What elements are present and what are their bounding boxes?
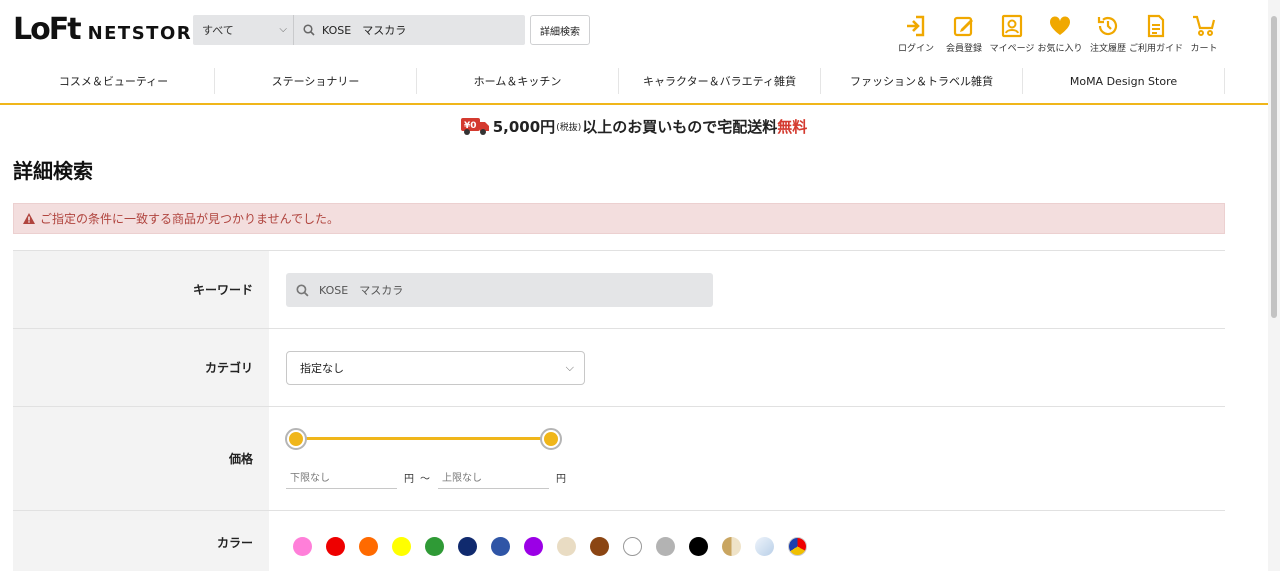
color-swatch[interactable]	[359, 537, 378, 556]
price-row: 価格 下限なし 円 〜 上限なし 円	[13, 407, 1225, 511]
site-logo[interactable]: LoFt NETSTORE	[13, 14, 206, 48]
color-swatch[interactable]	[524, 537, 543, 556]
history-label: 注文履歴	[1089, 44, 1126, 54]
search-icon[interactable]	[298, 24, 320, 36]
keyword-value: KOSE マスカラ	[319, 284, 404, 297]
guide-link[interactable]: ご利用ガイド	[1129, 14, 1184, 54]
nav-item-home-kitchen[interactable]: ホーム＆キッチン	[417, 68, 619, 94]
color-swatch[interactable]	[458, 537, 477, 556]
keyword-input[interactable]: KOSE マスカラ	[286, 273, 713, 307]
mypage-label: マイページ	[989, 44, 1035, 54]
chevron-down-icon: ⌵	[565, 361, 574, 374]
color-swatch[interactable]	[326, 537, 345, 556]
logo-sub: NETSTORE	[87, 23, 206, 44]
cart-label: カート	[1190, 44, 1218, 54]
color-swatch-list	[293, 537, 807, 556]
chevron-down-icon: ⌵	[279, 24, 287, 35]
search-scope-select[interactable]: すべて ⌵	[193, 15, 294, 45]
promo-free: 無料	[777, 117, 808, 136]
nav-item-fashion[interactable]: ファッション＆トラベル雑貨	[821, 68, 1023, 94]
heart-icon	[1049, 16, 1071, 35]
delivery-truck-icon: ¥0	[460, 118, 489, 135]
search-input[interactable]: KOSE マスカラ	[322, 22, 406, 38]
promo-tax: (税抜)	[556, 122, 582, 133]
color-swatch[interactable]	[425, 537, 444, 556]
no-results-alert: ご指定の条件に一致する商品が見つかりませんでした。	[13, 203, 1225, 234]
register-link[interactable]: 会員登録	[940, 14, 988, 54]
login-label: ログイン	[897, 44, 934, 54]
color-swatch[interactable]	[293, 537, 312, 556]
color-row: カラー	[13, 511, 1225, 571]
favorite-label: お気に入り	[1037, 44, 1083, 54]
nav-item-character[interactable]: キャラクター＆バラエティ雑貨	[619, 68, 821, 94]
color-swatch[interactable]	[392, 537, 411, 556]
guide-icon	[1147, 14, 1165, 38]
cart-link[interactable]: カート	[1180, 14, 1228, 54]
price-min-yen: 円	[404, 474, 414, 485]
cart-icon	[1193, 15, 1216, 36]
history-link[interactable]: 注文履歴	[1084, 14, 1132, 54]
warning-icon	[23, 213, 35, 224]
color-swatch[interactable]	[722, 537, 741, 556]
price-min-input[interactable]: 下限なし	[286, 465, 397, 489]
logo-main: LoFt	[13, 12, 82, 47]
price-slider-track[interactable]	[296, 437, 551, 440]
register-label: 会員登録	[945, 44, 982, 54]
search-scope-value: すべて	[202, 24, 234, 37]
category-select[interactable]: 指定なし ⌵	[286, 351, 585, 385]
page-scrollbar[interactable]	[1268, 0, 1280, 571]
price-tilde: 〜	[420, 474, 430, 485]
keyword-label: キーワード	[13, 251, 269, 328]
color-swatch[interactable]	[788, 537, 807, 556]
color-swatch[interactable]	[656, 537, 675, 556]
price-slider-min-handle[interactable]	[285, 428, 307, 450]
login-link[interactable]: ログイン	[892, 14, 940, 54]
mypage-icon	[1001, 14, 1023, 38]
alert-message: ご指定の条件に一致する商品が見つかりませんでした。	[40, 212, 340, 226]
color-swatch[interactable]	[491, 537, 510, 556]
color-swatch[interactable]	[755, 537, 774, 556]
site-header: LoFt NETSTORE すべて ⌵ KOSE マスカラ 詳細検索 ログイン …	[0, 0, 1268, 62]
advanced-search-form: キーワード KOSE マスカラ カテゴリ 指定なし ⌵ 価格 下限なし 円 〜 …	[13, 250, 1225, 571]
guide-label: ご利用ガイド	[1129, 44, 1184, 54]
detail-search-button[interactable]: 詳細検索	[530, 15, 590, 45]
price-max-input[interactable]: 上限なし	[438, 465, 549, 489]
promo-amount: 5,000円	[492, 117, 556, 136]
shipping-promo[interactable]: ¥0 5,000円 (税抜) 以上のお買いもので宅配送料 無料	[0, 114, 1268, 138]
color-swatch[interactable]	[590, 537, 609, 556]
category-value: 指定なし	[300, 362, 344, 375]
history-icon	[1097, 16, 1118, 36]
header-icons: ログイン 会員登録 マイページ お気に入り 注文履歴 ご利用ガイド カート	[892, 14, 1228, 54]
color-swatch[interactable]	[557, 537, 576, 556]
nav-item-cosme[interactable]: コスメ＆ビューティー	[13, 68, 215, 94]
nav-item-stationery[interactable]: ステーショナリー	[215, 68, 417, 94]
register-icon	[953, 16, 973, 37]
category-nav: コスメ＆ビューティー ステーショナリー ホーム＆キッチン キャラクター＆バラエテ…	[13, 68, 1225, 94]
price-max-yen: 円	[556, 474, 566, 485]
color-swatch[interactable]	[623, 537, 642, 556]
price-label: 価格	[13, 407, 269, 510]
page-title: 詳細検索	[13, 159, 93, 183]
nav-divider	[0, 103, 1268, 105]
favorite-link[interactable]: お気に入り	[1036, 14, 1084, 54]
keyword-row: キーワード KOSE マスカラ	[13, 251, 1225, 329]
category-label: カテゴリ	[13, 329, 269, 406]
search-icon	[296, 283, 309, 297]
header-search-bar: すべて ⌵ KOSE マスカラ	[193, 15, 525, 45]
price-slider-max-handle[interactable]	[540, 428, 562, 450]
promo-text: 以上のお買いもので宅配送料	[582, 117, 778, 136]
scrollbar-thumb[interactable]	[1271, 16, 1277, 318]
promo-badge: ¥0	[464, 121, 477, 131]
nav-item-moma[interactable]: MoMA Design Store	[1023, 68, 1225, 94]
mypage-link[interactable]: マイページ	[988, 14, 1036, 54]
color-label: カラー	[13, 511, 269, 571]
category-row: カテゴリ 指定なし ⌵	[13, 329, 1225, 407]
color-swatch[interactable]	[689, 537, 708, 556]
login-icon	[907, 15, 925, 37]
